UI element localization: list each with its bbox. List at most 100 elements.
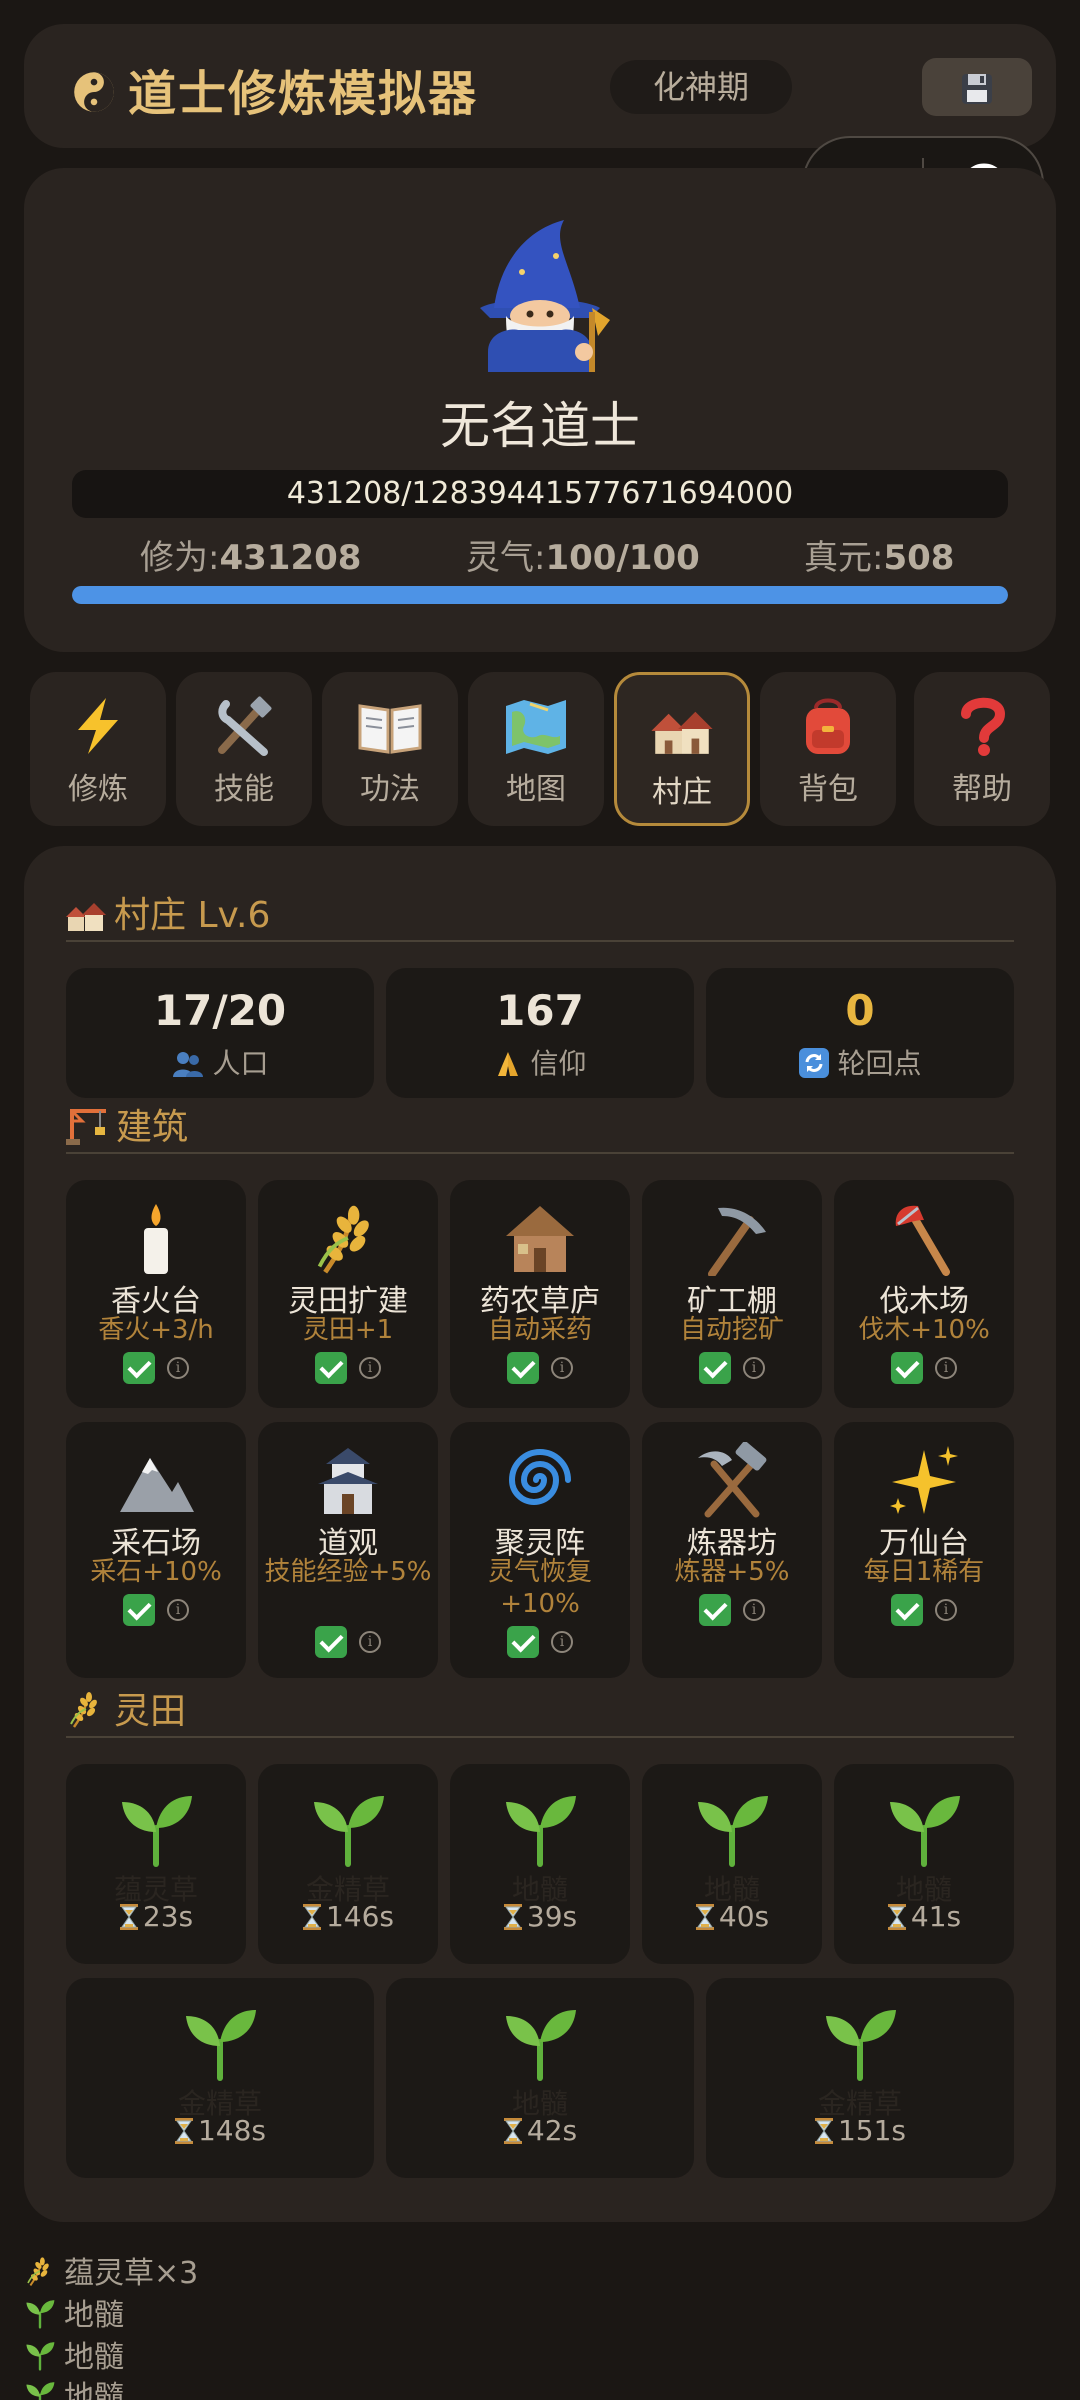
- sprout-icon: [882, 1788, 966, 1868]
- check-icon: [315, 1352, 347, 1384]
- building-status: i: [834, 1594, 1014, 1630]
- timer-value: 39s: [526, 1900, 578, 1933]
- reincarnation-card: 0 轮回点: [706, 968, 1014, 1098]
- tab-label: 修炼: [68, 772, 128, 807]
- character-name: 无名道士: [440, 397, 640, 455]
- tab-techniques[interactable]: 功法: [322, 672, 458, 826]
- crop-timer: 146s: [258, 1900, 438, 1933]
- check-icon: [123, 1594, 155, 1626]
- field-plot[interactable]: 地髓 41s: [834, 1764, 1014, 1964]
- spirit-progress-bar: [72, 586, 1008, 604]
- tab-help[interactable]: 帮助: [914, 672, 1050, 826]
- harvest-log-item: 蕴灵草×3: [24, 2248, 198, 2292]
- hut-icon: [506, 1206, 574, 1272]
- sprout-icon: [690, 1788, 774, 1868]
- field-plot[interactable]: 地髓 40s: [642, 1764, 822, 1964]
- info-icon[interactable]: i: [743, 1357, 765, 1379]
- building-card[interactable]: 采石场 采石+10% i: [66, 1422, 246, 1678]
- sprout-icon: [498, 1788, 582, 1868]
- section-divider: [66, 1736, 1014, 1738]
- field-plot[interactable]: 金精草 151s: [706, 1978, 1014, 2178]
- harvest-log-item: 地髓: [24, 2332, 124, 2376]
- spirit-progress-fill: [72, 586, 1008, 604]
- crop-timer: 148s: [66, 2114, 374, 2147]
- tab-village[interactable]: 村庄: [614, 672, 750, 826]
- field-plot[interactable]: 金精草 146s: [258, 1764, 438, 1964]
- village-icon: [651, 711, 713, 754]
- hourglass-icon: [887, 1904, 907, 1930]
- field-plot[interactable]: 蕴灵草 23s: [66, 1764, 246, 1964]
- hourglass-icon: [119, 1904, 139, 1930]
- sprout-icon: [24, 2379, 56, 2400]
- info-icon[interactable]: i: [551, 1631, 573, 1653]
- save-button[interactable]: [922, 58, 1032, 116]
- check-icon: [315, 1626, 347, 1658]
- timer-value: 151s: [837, 2114, 907, 2147]
- building-card[interactable]: 万仙台 每日1稀有 i: [834, 1422, 1014, 1678]
- building-effect: 自动挖矿: [679, 1315, 784, 1345]
- reincarnation-label: 轮回点: [706, 1042, 1014, 1082]
- fields-title: 灵田: [66, 1682, 186, 1734]
- realm-badge: 化神期: [610, 60, 792, 114]
- building-effect: 灵田+1: [302, 1315, 394, 1345]
- field-plot[interactable]: 地髓 39s: [450, 1764, 630, 1964]
- app-title: 道士修炼模拟器: [72, 54, 478, 124]
- hourglass-icon: [503, 2118, 523, 2144]
- check-icon: [699, 1594, 731, 1626]
- info-icon[interactable]: i: [167, 1357, 189, 1379]
- crop-timer: 151s: [706, 2114, 1014, 2147]
- summary-label: 人口: [212, 1047, 269, 1080]
- info-icon[interactable]: i: [167, 1599, 189, 1621]
- building-card[interactable]: 矿工棚 自动挖矿 i: [642, 1180, 822, 1408]
- village-panel: 村庄 Lv.6 17/20 人口 167 信仰 0 轮回点 建筑 香火台 香火+…: [24, 846, 1056, 2222]
- tab-map[interactable]: 地图: [468, 672, 604, 826]
- info-icon[interactable]: i: [935, 1357, 957, 1379]
- building-effect: 技能经验+5%: [264, 1557, 432, 1587]
- sprout-icon: [498, 2002, 582, 2082]
- sparkles-icon: [890, 1446, 958, 1514]
- harvest-log-item: 地髓: [24, 2372, 124, 2400]
- cyclone-icon: [508, 1449, 571, 1505]
- hourglass-icon: [814, 2118, 834, 2144]
- check-icon: [699, 1352, 731, 1384]
- people-icon: [172, 1052, 203, 1077]
- field-plot[interactable]: 金精草 148s: [66, 1978, 374, 2178]
- info-icon[interactable]: i: [551, 1357, 573, 1379]
- map-icon: [506, 700, 566, 754]
- spirit-stat: 灵气:100/100: [466, 530, 700, 579]
- rice-icon: [66, 1689, 106, 1729]
- check-icon: [507, 1352, 539, 1384]
- tab-skills[interactable]: 技能: [176, 672, 312, 826]
- population-value: 17/20: [153, 986, 287, 1035]
- sprout-icon: [818, 2002, 902, 2082]
- info-icon[interactable]: i: [935, 1599, 957, 1621]
- crop-timer: 39s: [450, 1900, 630, 1933]
- field-plot[interactable]: 地髓 42s: [386, 1978, 694, 2178]
- building-card[interactable]: 香火台 香火+3/h i: [66, 1180, 246, 1408]
- fields-title-text: 灵田: [114, 1691, 187, 1732]
- info-icon[interactable]: i: [359, 1357, 381, 1379]
- building-card[interactable]: 聚灵阵 灵气恢复+10% i: [450, 1422, 630, 1678]
- building-status: i: [258, 1626, 438, 1662]
- log-text: 地髓: [64, 2380, 124, 2400]
- building-card[interactable]: 炼器坊 炼器+5% i: [642, 1422, 822, 1678]
- tab-backpack[interactable]: 背包: [760, 672, 896, 826]
- info-icon[interactable]: i: [743, 1599, 765, 1621]
- building-card[interactable]: 灵田扩建 灵田+1 i: [258, 1180, 438, 1408]
- building-status: i: [642, 1594, 822, 1630]
- faith-label: 信仰: [386, 1042, 694, 1082]
- building-card[interactable]: 伐木场 伐木+10% i: [834, 1180, 1014, 1408]
- sprout-icon: [114, 1788, 198, 1868]
- building-status: i: [66, 1352, 246, 1388]
- castle-icon: [318, 1448, 378, 1514]
- village-icon: [66, 903, 106, 931]
- info-icon[interactable]: i: [359, 1631, 381, 1653]
- mountain-icon: [120, 1458, 194, 1512]
- tab-cultivate[interactable]: 修炼: [30, 672, 166, 826]
- lightning-icon: [78, 698, 118, 754]
- hammer-pick-icon: [698, 1442, 767, 1518]
- wizard-avatar-icon: [480, 220, 610, 372]
- yin-yang-icon: [74, 72, 114, 112]
- building-card[interactable]: 道观 技能经验+5% i: [258, 1422, 438, 1678]
- building-card[interactable]: 药农草庐 自动采药 i: [450, 1180, 630, 1408]
